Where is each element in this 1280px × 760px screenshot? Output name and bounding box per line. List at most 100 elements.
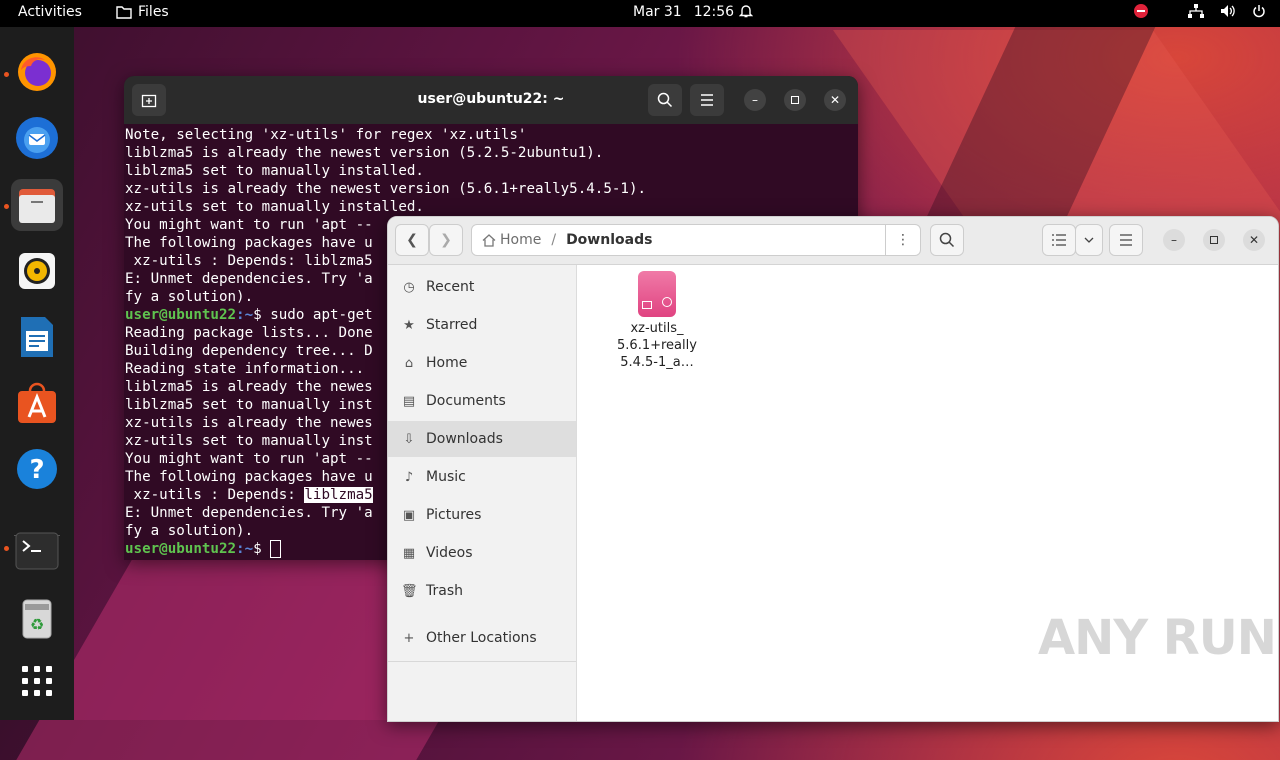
file-name-line: xz-utils_ xyxy=(630,321,684,336)
dock: ? ♻ xyxy=(0,27,74,720)
minimize-icon: – xyxy=(752,93,758,107)
activities-button[interactable]: Activities xyxy=(18,4,82,20)
volume-icon xyxy=(1221,5,1235,17)
sidebar-item-downloads[interactable]: ⇩ Downloads xyxy=(388,421,576,457)
minimize-button[interactable]: – xyxy=(1163,229,1185,251)
terminal-line: xz-utils is already the newest version (… xyxy=(125,181,647,197)
folder-icon xyxy=(116,6,132,19)
running-indicator xyxy=(4,204,9,209)
sidebar-item-label: Downloads xyxy=(426,431,503,447)
search-icon xyxy=(939,232,955,248)
close-button[interactable]: ✕ xyxy=(824,89,846,111)
sidebar-item-label: Starred xyxy=(426,317,478,333)
maximize-button[interactable] xyxy=(1203,229,1225,251)
sidebar-item-label: Videos xyxy=(426,545,473,561)
sidebar-item-other-locations[interactable]: + Other Locations xyxy=(388,620,576,656)
firefox-icon[interactable] xyxy=(11,46,63,98)
prompt-path: :~ xyxy=(236,307,254,323)
bell-icon[interactable] xyxy=(738,3,754,23)
prompt-user: user@ubuntu22 xyxy=(125,541,237,557)
sidebar-item-pictures[interactable]: ▣ Pictures xyxy=(388,497,576,533)
app-center-icon[interactable] xyxy=(11,377,63,429)
path-bar[interactable]: Home / Downloads ⋮ xyxy=(471,224,921,256)
sidebar-item-starred[interactable]: ★ Starred xyxy=(388,307,576,343)
download-icon: ⇩ xyxy=(403,431,415,447)
sidebar-item-label: Documents xyxy=(426,393,506,409)
home-icon xyxy=(482,233,496,247)
sidebar-item-documents[interactable]: ▤ Documents xyxy=(388,383,576,419)
svg-text:♻: ♻ xyxy=(30,615,44,634)
terminal-line: liblzma5 is already the newest version (… xyxy=(125,145,604,161)
thunderbird-icon[interactable] xyxy=(11,112,63,164)
maximize-icon xyxy=(791,96,799,104)
minimize-icon: – xyxy=(1171,233,1177,247)
terminal-line: liblzma5 set to manually installed. xyxy=(125,163,424,179)
app-name: Files xyxy=(138,4,169,20)
clock-icon: ◷ xyxy=(403,279,415,295)
view-options-button[interactable] xyxy=(1075,224,1103,256)
sidebar-item-label: Pictures xyxy=(426,507,482,523)
sidebar-item-videos[interactable]: ▦ Videos xyxy=(388,535,576,571)
search-button[interactable] xyxy=(930,224,964,256)
files-headerbar[interactable]: ❮ ❯ Home / Downloads ⋮ – ✕ xyxy=(388,217,1278,265)
forward-button[interactable]: ❯ xyxy=(429,224,463,256)
search-button[interactable] xyxy=(648,84,682,116)
rhythmbox-icon[interactable] xyxy=(11,245,63,297)
back-button[interactable]: ❮ xyxy=(395,224,429,256)
minimize-button[interactable]: – xyxy=(744,89,766,111)
app-menu-button[interactable]: Files xyxy=(116,4,169,20)
path-menu-button[interactable]: ⋮ xyxy=(885,225,920,255)
selected-text: liblzma5 xyxy=(304,487,373,503)
chevron-down-icon xyxy=(1084,237,1094,243)
clock[interactable]: Mar 31 12:56 xyxy=(633,4,734,20)
star-icon: ★ xyxy=(403,317,415,333)
sidebar-item-home[interactable]: ⌂ Home xyxy=(388,345,576,381)
breadcrumb-current[interactable]: Downloads xyxy=(556,232,652,248)
breadcrumb-home-label: Home xyxy=(500,232,542,248)
sidebar-item-trash[interactable]: 🗑 Trash xyxy=(388,573,576,609)
close-icon: ✕ xyxy=(1248,233,1260,247)
terminal-cursor xyxy=(270,540,282,558)
network-icon xyxy=(1188,4,1204,18)
menu-button[interactable] xyxy=(690,84,724,116)
view-list-button[interactable] xyxy=(1042,224,1076,256)
close-icon: ✕ xyxy=(829,93,841,107)
maximize-button[interactable] xyxy=(784,89,806,111)
sidebar-item-label: Other Locations xyxy=(426,630,537,646)
video-icon: ▦ xyxy=(402,545,416,561)
close-button[interactable]: ✕ xyxy=(1243,229,1265,251)
prompt-command: $ sudo apt-get xyxy=(253,307,373,323)
breadcrumb-home[interactable]: Home xyxy=(472,232,541,248)
file-item[interactable]: xz-utils_ 5.6.1+really 5.4.5-1_a… xyxy=(607,271,707,371)
plus-icon: + xyxy=(403,630,415,646)
running-indicator xyxy=(4,72,9,77)
terminal-line: xz-utils set to manually installed. xyxy=(125,199,424,215)
breadcrumb-separator: / xyxy=(551,232,557,248)
sidebar-item-label: Recent xyxy=(426,279,475,295)
sidebar-item-recent[interactable]: ◷ Recent xyxy=(388,269,576,305)
trash-icon: 🗑 xyxy=(401,583,418,599)
main-menu-button[interactable] xyxy=(1109,224,1143,256)
running-indicator xyxy=(4,546,9,551)
trash-icon[interactable]: ♻ xyxy=(11,592,63,644)
files-icon[interactable] xyxy=(11,179,63,231)
system-tray[interactable] xyxy=(1134,4,1266,18)
terminal-titlebar[interactable]: user@ubuntu22: ~ – ✕ xyxy=(124,76,858,124)
svg-text:?: ? xyxy=(29,455,44,485)
picture-icon: ▣ xyxy=(402,507,416,523)
sidebar-item-label: Music xyxy=(426,469,466,485)
do-not-disturb-icon[interactable] xyxy=(1134,4,1148,18)
depends-text: xz-utils : Depends: xyxy=(125,487,305,503)
file-name-line: 5.4.5-1_a… xyxy=(620,355,694,370)
help-icon[interactable]: ? xyxy=(11,443,63,495)
file-name: xz-utils_ 5.6.1+really 5.4.5-1_a… xyxy=(607,320,707,371)
sidebar-separator xyxy=(388,661,576,662)
chevron-right-icon: ❯ xyxy=(440,232,452,248)
show-apps-icon[interactable] xyxy=(11,655,63,707)
sidebar-item-music[interactable]: ♪ Music xyxy=(388,459,576,495)
file-name-line: 5.6.1+really xyxy=(617,338,697,353)
libreoffice-writer-icon[interactable] xyxy=(11,311,63,363)
hamburger-icon xyxy=(1120,234,1132,246)
terminal-icon[interactable] xyxy=(11,525,63,577)
sidebar: ◷ Recent ★ Starred ⌂ Home ▤ Documents ⇩ Downl… xyxy=(388,265,577,721)
